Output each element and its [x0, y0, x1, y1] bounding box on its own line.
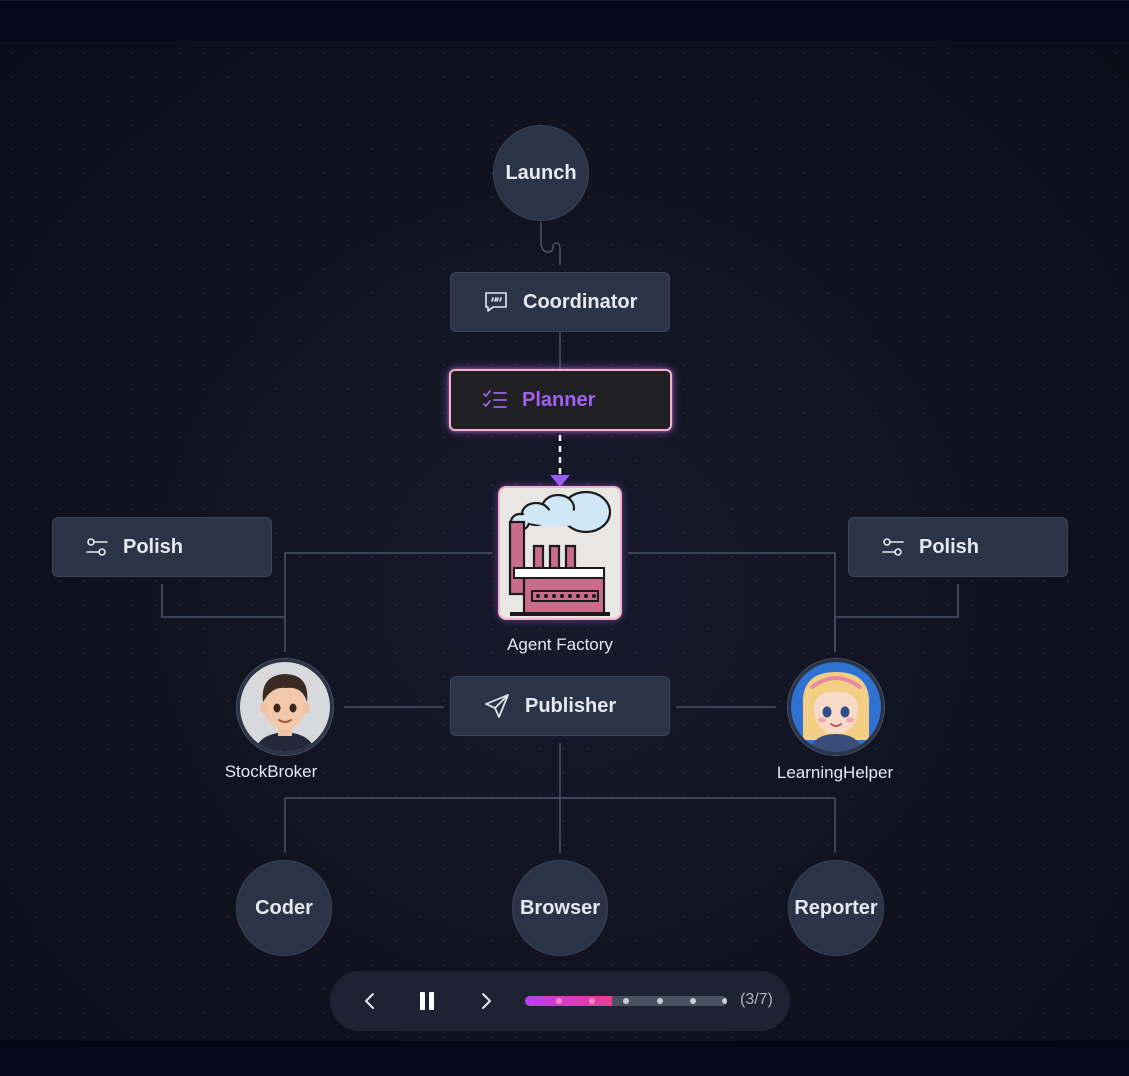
progress-track[interactable]: [525, 996, 727, 1006]
node-coordinator[interactable]: Coordinator: [450, 272, 670, 332]
pause-button[interactable]: [416, 989, 438, 1013]
node-coder[interactable]: Coder: [236, 860, 332, 956]
prev-button[interactable]: [358, 989, 380, 1013]
node-agent-factory[interactable]: [498, 486, 622, 620]
progress-step-dot: [589, 998, 595, 1004]
edge-launch-coordinator: [540, 222, 561, 265]
node-reporter-label: Reporter: [794, 896, 878, 919]
progress-step-dot: [657, 998, 663, 1004]
node-polish-left[interactable]: Polish: [52, 517, 272, 577]
learninghelper-avatar[interactable]: [788, 659, 884, 755]
node-polish-left-label: Polish: [123, 535, 184, 558]
node-planner-label: Planner: [522, 388, 596, 411]
sliders-icon: [881, 535, 905, 559]
bottom-bar: [0, 1041, 1129, 1076]
send-icon: [483, 692, 511, 720]
progress-step-dot: [556, 998, 562, 1004]
progress-fill: [525, 996, 612, 1006]
edge-factory-stockbroker: [284, 552, 492, 652]
node-publisher-label: Publisher: [525, 694, 617, 717]
playback-controls: (3/7): [330, 971, 790, 1031]
node-browser-label: Browser: [519, 896, 601, 919]
node-launch[interactable]: Launch: [493, 125, 589, 221]
node-agent-factory-label: Agent Factory: [507, 635, 613, 654]
node-publisher[interactable]: Publisher: [450, 676, 670, 736]
stockbroker-avatar[interactable]: [237, 659, 333, 755]
edge-publisher-workers: [284, 743, 836, 853]
node-launch-label: Launch: [505, 161, 577, 184]
chevron-left-icon: [365, 993, 374, 1009]
checklist-icon: [482, 389, 508, 411]
learninghelper-label: LearningHelper: [776, 763, 894, 782]
progress-step-dot: [690, 998, 696, 1004]
edge-polish-right: [834, 584, 959, 652]
sliders-icon: [85, 535, 109, 559]
node-coordinator-label: Coordinator: [523, 290, 638, 313]
node-polish-right-label: Polish: [919, 535, 980, 558]
node-polish-right[interactable]: Polish: [848, 517, 1068, 577]
pause-icon: [420, 992, 434, 1010]
step-counter: (3/7): [740, 991, 773, 1008]
progress-step-dot: [722, 998, 727, 1004]
chevron-right-icon: [482, 993, 491, 1009]
chat-quote-icon: [483, 289, 509, 315]
factory-icon: [500, 488, 620, 618]
node-planner[interactable]: Planner: [449, 369, 672, 431]
stockbroker-label: StockBroker: [224, 762, 318, 781]
node-reporter[interactable]: Reporter: [788, 860, 884, 956]
next-button[interactable]: [476, 989, 498, 1013]
node-coder-label: Coder: [255, 896, 313, 919]
top-bar: [0, 0, 1129, 42]
edge-factory-learninghelper: [628, 552, 836, 652]
edge-polish-left: [161, 584, 285, 618]
progress-step-dot: [623, 998, 629, 1004]
node-browser[interactable]: Browser: [512, 860, 608, 956]
